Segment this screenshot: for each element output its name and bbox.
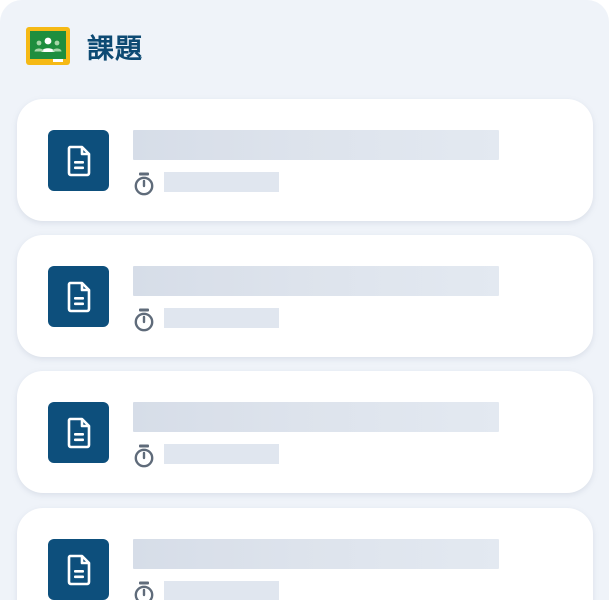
timer-icon: [134, 308, 154, 332]
assignment-card[interactable]: [17, 235, 593, 357]
document-icon: [67, 554, 90, 585]
header: 課題: [26, 26, 143, 66]
timer-icon: [134, 444, 154, 468]
assignment-card[interactable]: [17, 371, 593, 493]
assignment-due-placeholder: [164, 308, 279, 328]
assignment-title-placeholder: [133, 539, 499, 569]
assignment-title-placeholder: [133, 266, 499, 296]
assignments-panel: 課題: [0, 0, 609, 600]
assignment-type-tile: [48, 402, 109, 463]
page-title: 課題: [87, 33, 143, 65]
assignment-title-placeholder: [133, 130, 499, 160]
assignment-due-placeholder: [164, 581, 279, 600]
assignment-card[interactable]: [17, 99, 593, 221]
document-icon: [67, 145, 90, 176]
assignment-title-placeholder: [133, 402, 499, 432]
assignment-due-placeholder: [164, 444, 279, 464]
google-classroom-icon: [26, 27, 70, 65]
document-icon: [67, 281, 90, 312]
assignment-type-tile: [48, 539, 109, 600]
assignment-due-placeholder: [164, 172, 279, 192]
timer-icon: [134, 172, 154, 196]
assignment-card[interactable]: [17, 508, 593, 600]
assignment-type-tile: [48, 130, 109, 191]
assignment-type-tile: [48, 266, 109, 327]
document-icon: [67, 417, 90, 448]
timer-icon: [134, 581, 154, 600]
